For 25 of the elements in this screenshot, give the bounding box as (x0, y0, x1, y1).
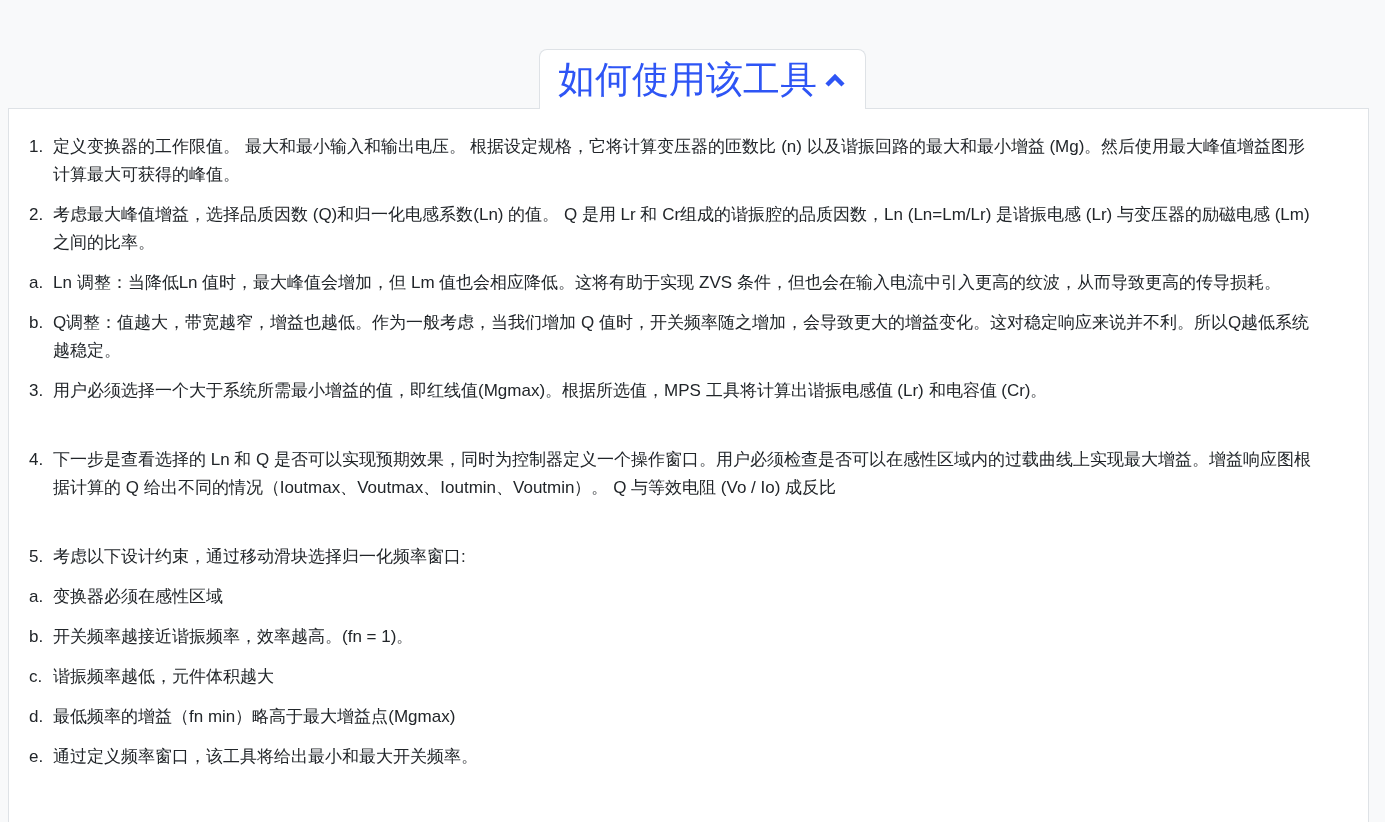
list-marker: a. (29, 272, 45, 294)
instruction-text: Ln 调整：当降低Ln 值时，最大峰值会增加，但 Lm 值也会相应降低。这将有助于实现 ZVS 条件，但也会在输入电流中引入更高的纹波，从而导致更高的传导损耗。 (53, 272, 1282, 294)
instruction-text: 下一步是查看选择的 Ln 和 Q 是否可以实现预期效果，同时为控制器定义一个操作窗口。用户必须检查是否可以在感性区域内的过载曲线上实现最大增益。增益响应图根据计算的 Q 给出不同的情况（Ioutmax、Voutmax、Ioutmin、Voutmin）。 Q 与等效电阻 (Vo / Io) 成反比 (53, 449, 1313, 499)
instruction-text: 开关频率越接近谐振频率，效率越高。(fn = 1)。 (53, 626, 415, 648)
instruction-text: 考虑最大峰值增益，选择品质因数 (Q)和归一化电感系数(Ln) 的值。 Q 是用 Lr 和 Cr组成的谐振腔的品质因数，Ln (Ln=Lm/Lr) 是谐振电感 (Lr) 与变压器的励磁电感 (Lm) 之间的比率。 (53, 204, 1311, 254)
list-marker: b. (29, 312, 45, 334)
list-marker: 5. (29, 546, 45, 568)
instruction-text: 变换器必须在感性区域 (53, 586, 224, 608)
how-to-use-tab[interactable]: 如何使用该工具 (539, 49, 866, 109)
instruction-text: 谐振频率越低，元件体积越大 (53, 666, 275, 688)
instruction-text: 最低频率的增益（fn min）略高于最大增益点(Mgmax) (53, 706, 457, 728)
list-marker: 4. (29, 449, 45, 471)
instruction-text: Q调整：值越大，带宽越窄，增益也越低。作为一般考虑，当我们增加 Q 值时，开关频率随之增加，会导致更大的增益变化。这对稳定响应来说并不利。所以Q越低系统越稳定。 (53, 312, 1311, 362)
list-marker: 1. (29, 136, 45, 158)
list-marker: d. (29, 706, 45, 728)
instruction-text: 通过定义频率窗口，该工具将给出最小和最大开关频率。 (53, 746, 479, 768)
list-marker: a. (29, 586, 45, 608)
list-marker: 2. (29, 204, 45, 226)
instruction-text: 考虑以下设计约束，通过移动滑块选择归一化频率窗口: (53, 546, 467, 568)
list-marker: e. (29, 746, 45, 768)
list-marker: c. (29, 666, 44, 688)
list-marker: 3. (29, 380, 45, 402)
list-marker: b. (29, 626, 45, 648)
instruction-text: 用户必须选择一个大于系统所需最小增益的值，即红线值(Mgmax)。根据所选值，MPS 工具将计算出谐振电感值 (Lr) 和电容值 (Cr)。 (53, 380, 1049, 402)
instruction-text: 定义变换器的工作限值。 最大和最小输入和输出电压。 根据设定规格，它将计算变压器的匝数比 (n) 以及谐振回路的最大和最小增益 (Mg)。然后使用最大峰值增益图形计算最大可获得的峰值。 (53, 136, 1307, 186)
